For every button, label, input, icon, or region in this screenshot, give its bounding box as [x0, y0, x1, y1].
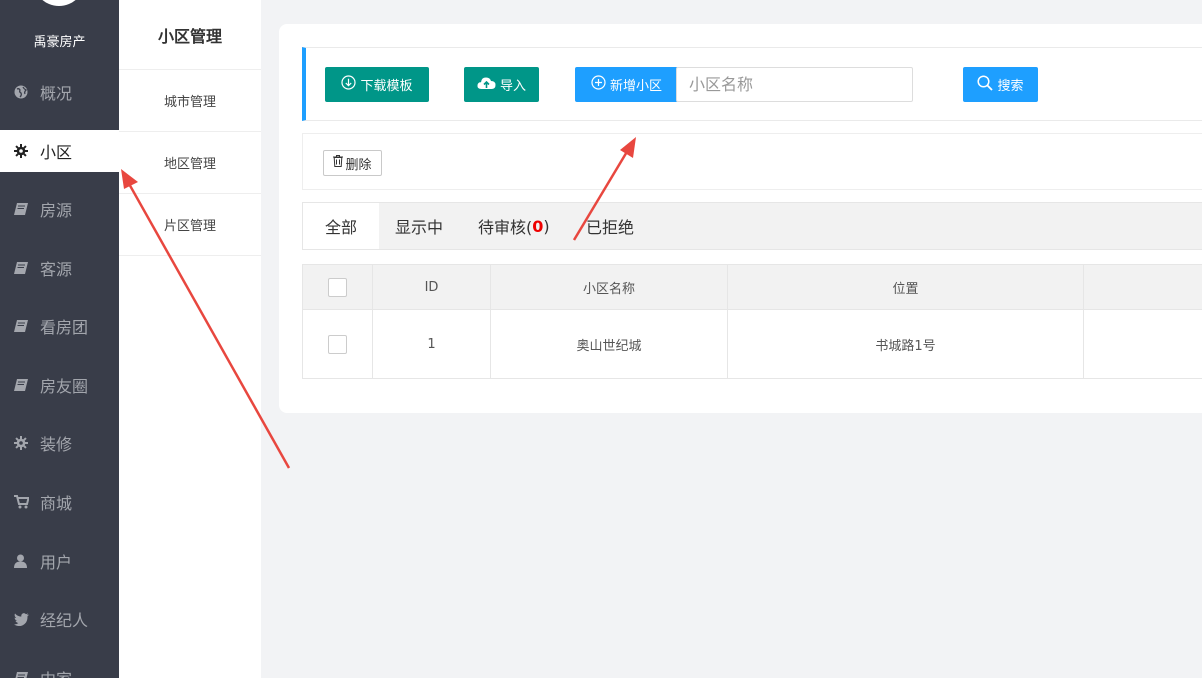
column-header-name: 小区名称: [490, 264, 728, 310]
row-checkbox[interactable]: [328, 334, 347, 354]
add-community-button[interactable]: 新增小区: [575, 67, 678, 102]
download-icon: [341, 75, 357, 94]
tab-all[interactable]: 全部: [303, 203, 379, 249]
tab-rejected[interactable]: 已拒绝: [586, 203, 634, 249]
book-icon: [14, 319, 32, 333]
select-all-checkbox[interactable]: [328, 277, 347, 297]
cell-id: 1: [372, 309, 491, 379]
twitter-icon: [14, 612, 32, 626]
column-header-location: 位置: [727, 264, 1084, 310]
nav-item-mall[interactable]: 商城: [0, 481, 119, 523]
main-card: 下载模板 导入 新增小区 搜索 删除 全部 显示中 待审核( 0 ) 已拒绝: [279, 24, 1202, 413]
pending-count-badge: 0: [532, 216, 544, 236]
nav-item-listings[interactable]: 房源: [0, 188, 119, 230]
user-icon: [14, 554, 32, 568]
trash-icon: [333, 155, 344, 171]
book-icon: [14, 261, 32, 275]
nav-item-middle-home[interactable]: 中家: [0, 657, 119, 678]
cart-icon: [14, 495, 32, 509]
cell-extra: [1083, 309, 1202, 379]
nav-label: 经纪人: [40, 611, 89, 630]
logo-avatar: [33, 0, 85, 6]
nav-label: 概况: [40, 84, 73, 103]
delete-label: 删除: [345, 157, 372, 173]
operation-bar: 删除: [302, 133, 1202, 190]
download-template-button[interactable]: 下载模板: [325, 67, 429, 102]
nav-label: 房源: [40, 201, 73, 220]
download-template-label: 下载模板: [360, 79, 413, 94]
nav-item-friends-circle[interactable]: 房友圈: [0, 364, 119, 406]
nav-item-tour-group[interactable]: 看房团: [0, 305, 119, 347]
tab-showing[interactable]: 显示中: [395, 203, 443, 249]
nav-label: 房友圈: [40, 377, 89, 396]
brand-name: 禹豪房产: [33, 35, 86, 50]
nav-item-users[interactable]: 用户: [0, 540, 119, 582]
import-button[interactable]: 导入: [464, 67, 539, 102]
nav-label: 小区: [40, 143, 73, 162]
tab-pending[interactable]: 待审核( 0 ): [478, 203, 550, 249]
sub-menu: 小区管理 城市管理 地区管理 片区管理: [119, 0, 261, 678]
delete-button[interactable]: 删除: [323, 150, 382, 176]
status-tabs: 全部 显示中 待审核( 0 ) 已拒绝: [302, 202, 1202, 250]
tab-pending-suffix: ): [543, 216, 550, 236]
nav-label: 装修: [40, 435, 73, 454]
cloud-upload-icon: [477, 76, 496, 94]
nav-label: 用户: [40, 553, 73, 572]
nav-item-clients[interactable]: 客源: [0, 247, 119, 289]
search-icon: [977, 74, 994, 95]
left-sidebar: 禹豪房产 概况 小区 房源 客源 看房团 房友圈 装修 商城 用户 经纪人: [0, 0, 119, 678]
sub-menu-title: 小区管理: [119, 0, 261, 70]
gear-icon: [14, 436, 32, 450]
nav-label: 看房团: [40, 318, 89, 337]
search-label: 搜索: [997, 79, 1024, 94]
sub-menu-item-zone[interactable]: 片区管理: [119, 194, 261, 256]
column-header-id: ID: [372, 264, 491, 310]
globe-icon: [14, 85, 32, 99]
sub-menu-item-city[interactable]: 城市管理: [119, 70, 261, 132]
tab-pending-label: 待审核(: [478, 218, 533, 237]
nav-item-overview[interactable]: 概况: [0, 71, 119, 113]
community-table: ID 小区名称 位置 1 奥山世纪城 书城路1号: [302, 264, 1202, 379]
import-label: 导入: [499, 79, 526, 94]
search-button[interactable]: 搜索: [963, 67, 1038, 102]
table-header-row: ID 小区名称 位置: [302, 264, 1202, 310]
nav-label: 商城: [40, 494, 73, 513]
gear-icon: [14, 144, 32, 158]
nav-label: 客源: [40, 260, 73, 279]
cell-location: 书城路1号: [727, 309, 1084, 379]
nav-item-decoration[interactable]: 装修: [0, 422, 119, 464]
add-community-label: 新增小区: [609, 79, 662, 94]
book-icon: [14, 671, 32, 678]
book-icon: [14, 202, 32, 216]
row-select-cell: [302, 309, 373, 379]
community-name-search-input[interactable]: [676, 67, 913, 102]
column-header-extra: [1083, 264, 1202, 310]
table-row: 1 奥山世纪城 书城路1号: [302, 309, 1202, 379]
cell-name: 奥山世纪城: [490, 309, 728, 379]
book-icon: [14, 378, 32, 392]
nav-label: 中家: [40, 666, 72, 678]
nav-item-agents[interactable]: 经纪人: [0, 598, 119, 640]
sub-menu-item-district[interactable]: 地区管理: [119, 132, 261, 194]
select-all-cell: [302, 264, 373, 310]
plus-circle-icon: [591, 75, 606, 94]
nav-item-community[interactable]: 小区: [0, 130, 119, 172]
